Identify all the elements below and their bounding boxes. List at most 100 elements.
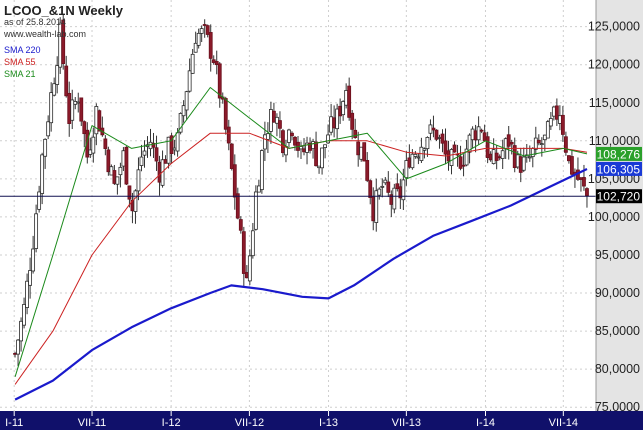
- candle-body: [293, 136, 297, 146]
- candle-body: [238, 219, 243, 231]
- price-marker-label: 108,276: [597, 147, 641, 161]
- candle-body: [16, 339, 20, 355]
- candle-body: [154, 147, 159, 162]
- candle-body: [193, 42, 198, 53]
- candle-body: [157, 161, 162, 183]
- candle-body: [518, 156, 523, 173]
- candle-body: [347, 85, 352, 118]
- candle-body: [335, 108, 340, 130]
- candle-body: [570, 156, 574, 175]
- candle-body: [431, 127, 436, 131]
- candle-body: [479, 129, 484, 132]
- candle-body: [458, 156, 463, 169]
- x-tick-label: I-12: [162, 417, 181, 429]
- candle-body: [247, 255, 252, 282]
- candle-body: [359, 146, 364, 160]
- candle-body: [25, 280, 29, 308]
- candle-body: [241, 231, 246, 274]
- candle-body: [302, 148, 306, 153]
- candle-body: [299, 146, 303, 150]
- candle-body: [536, 139, 541, 144]
- candle-body: [374, 190, 379, 223]
- candle-body: [287, 129, 291, 143]
- candle-body: [539, 143, 544, 146]
- candle-body: [109, 166, 114, 176]
- candle-body: [527, 156, 532, 159]
- candle-body: [530, 148, 535, 158]
- y-tick-label: 110,0000: [589, 134, 640, 148]
- candle-body: [500, 150, 505, 159]
- candle-body: [320, 147, 324, 169]
- candle-body: [383, 179, 388, 184]
- candle-body: [278, 120, 282, 129]
- candle-body: [244, 272, 249, 279]
- x-tick-label: VII-12: [235, 417, 264, 429]
- candle-body: [79, 97, 84, 122]
- candle-body: [214, 61, 219, 66]
- candle-body: [485, 136, 490, 158]
- x-tick-label: VII-11: [78, 417, 107, 429]
- candle-body: [395, 183, 400, 190]
- candle-body: [181, 105, 186, 117]
- as-of-date: as of 25.8.2014: [4, 17, 67, 27]
- candle-body: [34, 213, 39, 249]
- candle-body: [127, 185, 132, 200]
- candle-body: [452, 144, 457, 153]
- candle-body: [275, 116, 279, 124]
- candle-body: [449, 149, 454, 167]
- candle-body: [365, 160, 370, 181]
- plot-area: [0, 0, 596, 411]
- candle-body: [229, 143, 234, 169]
- candle-body: [142, 150, 147, 156]
- candle-body: [223, 98, 228, 130]
- candle-body: [443, 140, 448, 155]
- y-tick-label: 80,0000: [595, 362, 640, 376]
- candle-body: [557, 115, 562, 124]
- candle-body: [70, 99, 75, 121]
- candle-body: [533, 137, 538, 150]
- candle-body: [97, 110, 102, 132]
- candle-body: [40, 154, 45, 194]
- y-tick-label: 115,0000: [589, 96, 640, 110]
- candle-body: [139, 156, 144, 166]
- candle-body: [356, 141, 361, 156]
- candle-body: [473, 130, 478, 141]
- candle-body: [265, 133, 270, 140]
- candle-body: [386, 181, 391, 193]
- candle-body: [226, 126, 231, 144]
- candle-body: [440, 133, 445, 144]
- candle-body: [52, 83, 57, 96]
- candle-body: [13, 352, 17, 355]
- candle-body: [521, 156, 526, 171]
- candle-body: [422, 148, 427, 151]
- candle-body: [404, 160, 409, 179]
- candle-body: [311, 141, 315, 150]
- candle-body: [187, 70, 192, 92]
- candle-body: [326, 134, 331, 144]
- candle-body: [567, 155, 571, 162]
- candle-body: [115, 176, 120, 185]
- candle-body: [377, 188, 382, 196]
- legend-sma-220: SMA 220: [4, 45, 41, 55]
- candle-body: [476, 126, 481, 141]
- candle-body: [205, 25, 210, 35]
- candle-body: [172, 147, 177, 151]
- candle-body: [22, 304, 26, 326]
- candle-body: [31, 248, 36, 272]
- candle-body: [91, 136, 96, 154]
- candle-body: [554, 105, 559, 120]
- candle-body: [368, 180, 373, 198]
- x-tick-label: VII-13: [392, 417, 421, 429]
- candle-body: [410, 153, 415, 169]
- candle-body: [281, 130, 285, 154]
- price-markers: 108,276106,305 102,720: [596, 146, 642, 204]
- candle-body: [579, 177, 583, 180]
- candle-body: [461, 164, 466, 167]
- candle-body: [563, 136, 568, 153]
- price-marker-label: 102,720: [597, 190, 641, 204]
- candle-body: [76, 101, 81, 104]
- candle-body: [190, 53, 195, 74]
- candle-body: [350, 112, 355, 130]
- candle-body: [103, 138, 108, 149]
- candle-body: [163, 159, 168, 164]
